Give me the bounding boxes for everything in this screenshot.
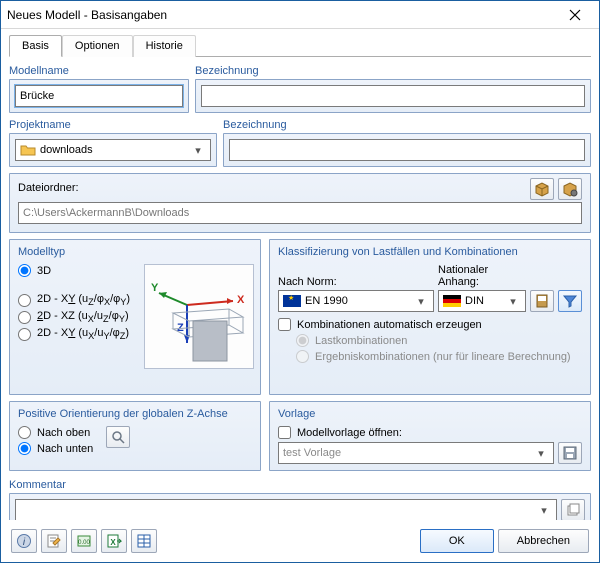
- modellname-label: Modellname: [9, 63, 189, 79]
- filter-icon: [562, 293, 578, 309]
- note-stack-icon: [565, 502, 581, 518]
- project-manager-button-1[interactable]: [530, 178, 554, 200]
- units-button[interactable]: 0.00: [71, 529, 97, 553]
- ergebniskombi-radio: Ergebniskombinationen (nur für lineare B…: [296, 350, 582, 363]
- axis-3d-icon: X Y Z: [145, 265, 253, 368]
- edit-button[interactable]: [41, 529, 67, 553]
- anhang-value: DIN: [465, 295, 505, 307]
- folder-icon: [20, 142, 36, 158]
- svg-text:0.00: 0.00: [78, 540, 90, 546]
- norm-settings-button[interactable]: [530, 290, 554, 312]
- save-icon: [562, 445, 578, 461]
- projektname-label: Projektname: [9, 117, 217, 133]
- excel-icon: X: [106, 533, 122, 549]
- klass-title: Klassifizierung von Lastfällen und Kombi…: [278, 246, 582, 258]
- tab-historie[interactable]: Historie: [133, 35, 196, 57]
- project-manager-button-2[interactable]: [558, 178, 582, 200]
- excel-import-button[interactable]: [131, 529, 157, 553]
- tabstrip: Basis Optionen Historie: [9, 35, 591, 57]
- magnifier-icon: [110, 429, 126, 445]
- modellname-input[interactable]: [15, 85, 183, 107]
- ok-button[interactable]: OK: [420, 529, 494, 553]
- close-icon: [569, 9, 581, 21]
- units-icon: 0.00: [76, 533, 92, 549]
- svg-text:X: X: [237, 294, 245, 306]
- window-title: Neues Modell - Basisangaben: [7, 8, 557, 22]
- kommentar-combo[interactable]: ▾: [15, 499, 557, 520]
- chevron-down-icon: ▾: [190, 144, 206, 157]
- norm-value: EN 1990: [305, 295, 413, 307]
- flag-eu-icon: [283, 295, 301, 307]
- pencil-note-icon: [46, 533, 62, 549]
- anhang-combo[interactable]: DIN ▾: [438, 290, 526, 312]
- dateiordner-section: Dateiordner:: [9, 173, 591, 233]
- chevron-down-icon: ▾: [533, 447, 549, 460]
- bezeichnung-projekt-input: [229, 139, 585, 161]
- flag-de-icon: [443, 295, 461, 307]
- cancel-button[interactable]: Abbrechen: [498, 529, 589, 553]
- svg-text:X: X: [110, 538, 116, 547]
- norm-filter-button[interactable]: [558, 290, 582, 312]
- vorlage-combo: test Vorlage ▾: [278, 442, 554, 464]
- tab-basis[interactable]: Basis: [9, 35, 62, 57]
- chevron-down-icon: ▾: [413, 295, 429, 308]
- chevron-down-icon: ▾: [536, 504, 552, 517]
- help-button[interactable]: i: [11, 529, 37, 553]
- table-icon: [136, 533, 152, 549]
- box-icon: [534, 181, 550, 197]
- dateiordner-label: Dateiordner:: [18, 182, 530, 194]
- vorlage-section: Vorlage Modellvorlage öffnen: test Vorla…: [269, 401, 591, 471]
- modelltyp-section: Modelltyp 3D 2D - XY (uZ/φX/φY) 2D - XZ …: [9, 239, 261, 395]
- norm-combo[interactable]: EN 1990 ▾: [278, 290, 434, 312]
- bezeichnung-model-input[interactable]: [201, 85, 585, 107]
- klass-section: Klassifizierung von Lastfällen und Kombi…: [269, 239, 591, 395]
- vorlage-title: Vorlage: [278, 408, 582, 420]
- lastkombi-radio: Lastkombinationen: [296, 334, 582, 347]
- tab-optionen[interactable]: Optionen: [62, 35, 133, 57]
- close-button[interactable]: [557, 5, 593, 25]
- vorlage-open-check[interactable]: Modellvorlage öffnen:: [278, 426, 582, 439]
- vorlage-value: test Vorlage: [283, 447, 533, 459]
- projektname-value: downloads: [40, 144, 190, 156]
- excel-export-button[interactable]: X: [101, 529, 127, 553]
- tab-basis-label: Basis: [22, 40, 49, 52]
- radio-nach-unten[interactable]: Nach unten: [18, 442, 252, 455]
- svg-text:Y: Y: [151, 282, 159, 294]
- titlebar: Neues Modell - Basisangaben: [1, 1, 599, 29]
- tab-body: Modellname Bezeichnung Projektname: [9, 57, 591, 520]
- info-icon: i: [16, 533, 32, 549]
- kommentar-title: Kommentar: [9, 477, 591, 493]
- tab-optionen-label: Optionen: [75, 40, 120, 52]
- nachnorm-label: Nach Norm:: [278, 276, 434, 288]
- vorlage-save-button[interactable]: [558, 442, 582, 464]
- bezeichnung-model-label: Bezeichnung: [195, 63, 591, 79]
- zachse-info-button[interactable]: [106, 426, 130, 448]
- modelltyp-title: Modelltyp: [18, 246, 252, 258]
- bezeichnung-projekt-label: Bezeichnung: [223, 117, 591, 133]
- kommentar-edit-button[interactable]: [561, 499, 585, 520]
- dateiordner-input: [18, 202, 582, 224]
- anhang-label: Nationaler Anhang:: [438, 264, 526, 288]
- zachse-title: Positive Orientierung der globalen Z-Ach…: [18, 408, 252, 420]
- book-icon: [534, 293, 550, 309]
- dialog-window: Neues Modell - Basisangaben Basis Option…: [0, 0, 600, 563]
- chevron-down-icon: ▾: [505, 295, 521, 308]
- box-gear-icon: [562, 181, 578, 197]
- projektname-combo[interactable]: downloads ▾: [15, 139, 211, 161]
- modelltyp-preview: X Y Z: [144, 264, 254, 369]
- radio-nach-oben[interactable]: Nach oben: [18, 426, 252, 439]
- zachse-section: Positive Orientierung der globalen Z-Ach…: [9, 401, 261, 471]
- dialog-content: Basis Optionen Historie Modellname Bezei…: [1, 29, 599, 520]
- dialog-footer: i 0.00 X OK Abbrechen: [1, 520, 599, 562]
- kombi-auto-check[interactable]: Kombinationen automatisch erzeugen: [278, 318, 582, 331]
- tab-historie-label: Historie: [146, 40, 183, 52]
